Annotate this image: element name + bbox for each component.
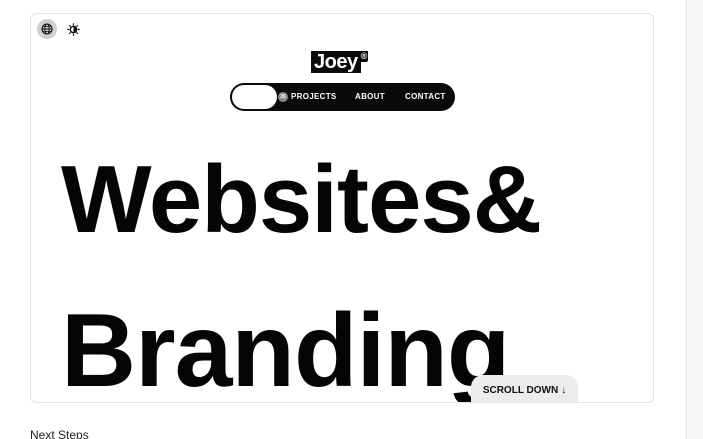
scroll-down-label: SCROLL DOWN	[482, 384, 559, 396]
registered-mark: ®	[359, 51, 369, 62]
scrollbar-track[interactable]	[686, 0, 703, 439]
arrow-down-icon: ↓	[561, 384, 567, 396]
site-logo[interactable]: Joey ®	[311, 51, 369, 73]
hero-headline-line-2: Branding	[61, 293, 510, 403]
main-nav: 26 PROJECTS ABOUT CONTACT	[230, 83, 455, 111]
theme-toggle-button[interactable]	[63, 19, 83, 39]
hero-headline-line-1: Websites&	[61, 146, 542, 253]
globe-icon	[41, 23, 53, 35]
nav-link-contact[interactable]: CONTACT	[405, 83, 446, 111]
contrast-icon	[66, 22, 80, 36]
nav-link-projects[interactable]: PROJECTS	[291, 83, 337, 111]
nav-link-about[interactable]: ABOUT	[355, 83, 385, 111]
next-steps-heading: Next Steps	[30, 428, 89, 439]
logo-text: Joey	[311, 51, 361, 73]
scroll-down-button[interactable]: SCROLL DOWN ↓	[471, 375, 578, 402]
language-button[interactable]	[37, 19, 57, 39]
projects-count-badge: 26	[278, 92, 288, 102]
site-preview-card: Joey ® 26 PROJECTS ABOUT CONTACT Website…	[30, 13, 654, 403]
nav-toggle[interactable]	[232, 85, 277, 109]
page: Joey ® 26 PROJECTS ABOUT CONTACT Website…	[0, 0, 703, 439]
